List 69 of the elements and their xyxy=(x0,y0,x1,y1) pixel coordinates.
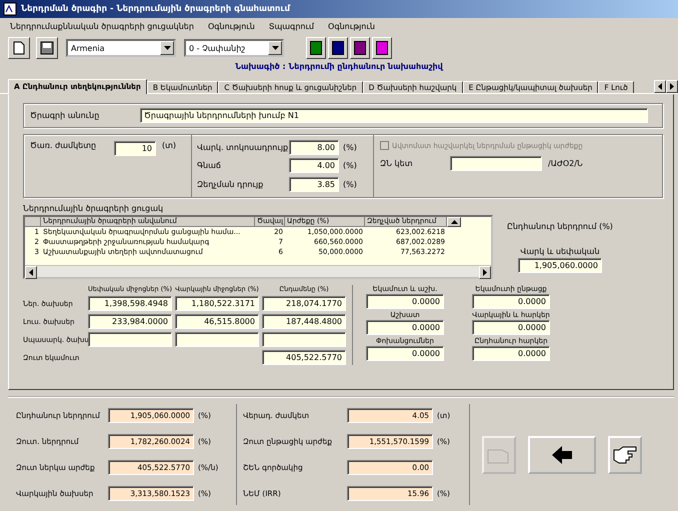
total-investment-field[interactable]: 1,905,060.0000 xyxy=(518,258,602,273)
unit-label: (%) xyxy=(343,143,358,152)
scenario-dropdown[interactable]: 0 - Չափանիշ xyxy=(184,39,284,57)
amount-field[interactable]: 187,448.4800 xyxy=(262,314,346,329)
field-label: Ծրագրի անունը xyxy=(30,111,100,120)
rate-field[interactable]: 4.00 xyxy=(289,158,339,174)
rate-field[interactable]: 8.00 xyxy=(289,140,339,156)
scroll-right-button[interactable] xyxy=(666,80,678,93)
back-button[interactable] xyxy=(528,436,596,474)
color-button[interactable] xyxy=(372,37,392,59)
pointing-hand-icon xyxy=(613,446,637,464)
exit-button[interactable] xyxy=(608,436,642,474)
field-label: Վարկ և սեփական xyxy=(520,247,600,256)
app-icon xyxy=(3,2,17,16)
field-label: Ծառ. ժամկետը xyxy=(30,141,98,150)
color-button[interactable] xyxy=(328,37,348,59)
header-corner xyxy=(25,217,41,227)
menu-item[interactable]: Ներդրումաքննական ծրագրերի ցուցակներ xyxy=(10,22,194,30)
amount-field[interactable]: 1,398,598.4948 xyxy=(88,296,172,311)
scroll-right-button[interactable] xyxy=(479,266,491,279)
amount-field[interactable]: 46,515.8000 xyxy=(175,314,259,329)
amount-field[interactable]: 218,074.1770 xyxy=(262,296,346,311)
amount-field[interactable]: 0.0000 xyxy=(472,320,550,335)
new-document-button[interactable] xyxy=(8,37,30,59)
color-button[interactable] xyxy=(350,37,370,59)
right-arrow-icon xyxy=(670,83,674,90)
amount-field[interactable]: 233,984.0000 xyxy=(88,314,172,329)
back-arrow-icon xyxy=(551,444,573,464)
right-arrow-icon xyxy=(483,269,487,276)
caret-icon xyxy=(272,46,278,50)
amount-field[interactable]: 405,522.5770 xyxy=(262,350,346,365)
amount-field[interactable]: 0.0000 xyxy=(366,320,444,335)
up-arrow-icon xyxy=(450,220,458,224)
left-arrow-icon xyxy=(29,269,33,276)
scroll-left-button[interactable] xyxy=(654,80,666,93)
country-dropdown[interactable]: Armenia xyxy=(66,39,176,57)
save-button[interactable] xyxy=(36,37,58,59)
amount-field[interactable]: 0.0000 xyxy=(366,346,444,361)
menu-item[interactable]: Օգնություն xyxy=(328,22,375,30)
amount-field[interactable] xyxy=(262,332,346,347)
field-label: Զեղչման դրույք xyxy=(197,180,264,189)
amount-field[interactable] xyxy=(88,332,172,347)
scroll-up-button[interactable] xyxy=(447,217,461,227)
term-field[interactable]: 10 xyxy=(114,141,156,156)
group-label: Ներդրումային ծրագրերի ցուցակ xyxy=(23,204,164,213)
amount-field[interactable] xyxy=(175,332,259,347)
window-title: Ներդրման ծրագիր - Ներդրումային ծրագրերի գնահատում xyxy=(21,4,290,14)
unit-label: /ԱԺՕ2/Ն xyxy=(548,159,583,168)
left-arrow-icon xyxy=(658,83,662,90)
amount-field[interactable]: 1,180,522.3171 xyxy=(175,296,259,311)
amount-field[interactable]: 0.0000 xyxy=(366,294,444,309)
document-icon xyxy=(13,41,25,55)
menu-item[interactable]: Տպագրում xyxy=(268,22,314,30)
unit-label: (տ) xyxy=(162,141,176,150)
project-name-field[interactable]: Ծրագրային ներդրումների խումբ N1 xyxy=(140,108,648,123)
section-label: Ընդհանուր ներդրում (%) xyxy=(507,222,613,231)
point-field[interactable] xyxy=(450,156,542,171)
unit-label: (%) xyxy=(343,161,358,170)
amount-field[interactable]: 0.0000 xyxy=(472,294,550,309)
color-button[interactable] xyxy=(306,37,326,59)
caret-icon xyxy=(164,46,170,50)
field-label: Գնաճ xyxy=(197,161,222,170)
unit-label: (%) xyxy=(343,180,358,189)
menu-item[interactable]: Օգնություն xyxy=(208,22,255,30)
scroll-left-button[interactable] xyxy=(25,266,37,279)
field-label: ԶՆ կետ xyxy=(380,159,414,168)
section-heading: Նախագիծ : Ներդրումի ընդհանուր նախահաշիվ xyxy=(235,62,443,71)
amount-field[interactable]: 0.0000 xyxy=(472,346,550,361)
rate-field[interactable]: 3.85 xyxy=(289,176,339,192)
